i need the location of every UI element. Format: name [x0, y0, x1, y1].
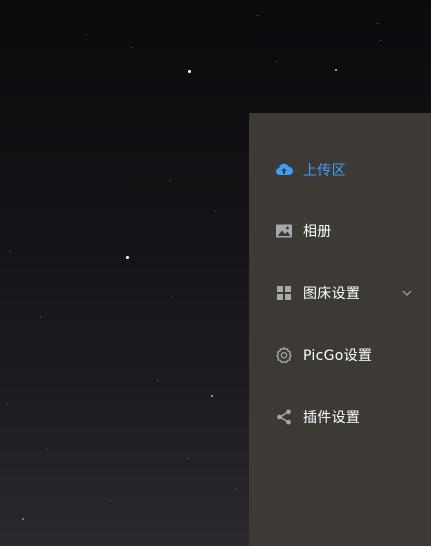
star: [86, 34, 87, 35]
star: [10, 251, 11, 252]
image-icon: [275, 222, 293, 240]
star: [380, 40, 381, 41]
star: [46, 449, 47, 450]
star: [170, 180, 171, 181]
star: [335, 69, 337, 71]
menu-item-gallery[interactable]: 相册: [249, 211, 431, 251]
star: [22, 518, 24, 520]
star: [257, 15, 258, 16]
menu-item-upload[interactable]: 上传区: [249, 150, 431, 190]
star: [7, 404, 8, 405]
cloud-upload-icon: [275, 161, 293, 179]
star: [110, 500, 111, 501]
menu-item-picbed-settings[interactable]: 图床设置: [249, 273, 431, 313]
star: [126, 256, 129, 259]
star: [211, 395, 213, 397]
star: [157, 380, 158, 381]
menu-item-plugin-settings[interactable]: 插件设置: [249, 397, 431, 437]
chevron-down-icon: [401, 287, 413, 299]
star: [276, 61, 277, 62]
star: [40, 317, 41, 318]
menu-item-label: 上传区: [303, 163, 346, 179]
side-menu: 上传区 相册 图床设置 PicGo设置 插件设置: [249, 113, 431, 546]
menu-item-label: 图床设置: [303, 286, 361, 302]
menu-item-picgo-settings[interactable]: PicGo设置: [249, 335, 431, 375]
star: [377, 23, 378, 24]
star: [235, 488, 236, 489]
star: [131, 47, 132, 48]
gear-icon: [275, 346, 293, 364]
star: [188, 70, 191, 73]
star: [172, 296, 173, 297]
menu-item-label: PicGo设置: [303, 348, 373, 364]
grid-icon: [275, 284, 293, 302]
menu-item-label: 插件设置: [303, 410, 361, 426]
share-icon: [275, 408, 293, 426]
star: [215, 210, 216, 211]
menu-item-label: 相册: [303, 224, 332, 240]
star: [188, 458, 189, 459]
